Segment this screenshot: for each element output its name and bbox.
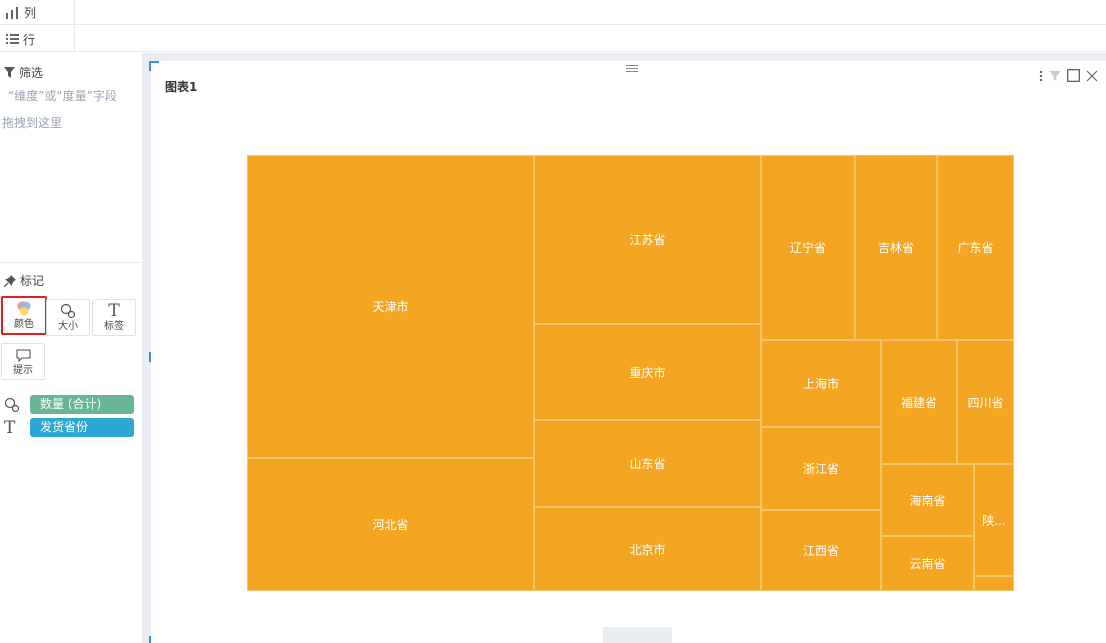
marks-title: 标记 [20,274,45,288]
resize-handle-bottom-left[interactable] [149,636,151,643]
color-mark-label: 颜色 [14,319,34,330]
size-mark-label: 大小 [58,321,78,332]
size-mark-button[interactable]: 大小 [46,299,90,336]
columns-shelf-header: 列 [0,0,75,25]
treemap-cell[interactable]: 吉林省 [855,155,937,340]
treemap-cell-label: 江西省 [802,544,839,558]
treemap-cell-label: 江苏省 [629,233,666,247]
treemap-cell[interactable]: 浙江省 [761,427,881,510]
treemap-cell-label: 云南省 [909,557,946,571]
ship-province-field-pill[interactable]: 发货省份 [30,418,134,437]
scroll-handle[interactable] [603,627,672,643]
size-field-row: 数量 (合计) [4,395,134,414]
pin-icon [4,274,16,287]
treemap-cell-label: 河北省 [372,518,409,532]
treemap-cell-label: 上海市 [802,377,839,391]
treemap-cell[interactable]: 江西省 [761,510,881,591]
marks-section-title: 标记 [4,272,44,289]
color-palette-icon [17,301,31,316]
drag-handle-icon[interactable] [626,65,638,73]
card-toolbar [1039,69,1098,82]
maximize-icon[interactable] [1067,69,1080,82]
treemap-cell-label: 福建省 [900,395,937,410]
canvas-area: 图表1 天津市 河北省 江苏省 重庆市 山东省 北京市 辽宁省 吉林省 广东省 … [143,53,1106,643]
treemap-cell[interactable]: 山东省 [534,420,761,507]
treemap-cell[interactable]: 广东省 [937,155,1014,340]
panel-divider [0,262,143,263]
treemap-cell[interactable]: 陕... [974,464,1014,576]
treemap-cell[interactable]: 上海市 [761,340,881,427]
chart-title: 图表1 [165,80,198,94]
treemap-cell[interactable]: 江苏省 [534,155,761,324]
columns-icon [6,6,20,19]
rows-icon [6,33,19,45]
filter-section-title: 筛选 [4,64,43,81]
treemap-cell[interactable]: 福建省 [881,340,957,464]
size-circles-icon [60,303,76,319]
chart-card[interactable]: 图表1 天津市 河北省 江苏省 重庆市 山东省 北京市 辽宁省 吉林省 广东省 … [149,61,1106,643]
rows-shelf-header: 行 [0,26,75,52]
treemap-cell[interactable]: 河北省 [247,458,534,591]
filter-drop-hint-2[interactable]: 拖拽到这里 [2,114,62,131]
label-mark-button[interactable]: T 标签 [92,299,136,336]
treemap-cell-label: 辽宁省 [789,241,826,255]
color-mark-button[interactable]: 颜色 [1,296,47,335]
treemap-cell-label: 天津市 [372,300,409,314]
treemap-cell-label: 四川省 [967,395,1004,410]
label-field-row: T 发货省份 [4,418,134,437]
treemap-cell[interactable]: 重庆市 [534,324,761,420]
tooltip-mark-button[interactable]: 提示 [1,343,45,380]
rows-label: 行 [23,32,36,47]
quantity-sum-field-pill[interactable]: 数量 (合计) [30,395,134,414]
size-circles-icon [4,397,20,412]
text-t-icon: T [108,301,120,321]
treemap-cell[interactable]: 云南省 [881,536,974,591]
treemap-cell-label: 浙江省 [802,462,839,476]
treemap-cell-label: 吉林省 [877,241,914,255]
treemap-cell[interactable]: 北京市 [534,507,761,591]
treemap-cell[interactable]: 辽宁省 [761,155,855,340]
filter-icon [4,67,15,78]
more-vertical-icon[interactable] [1039,70,1043,82]
tooltip-mark-label: 提示 [13,365,33,376]
treemap-cell-label: 陕... [982,513,1006,528]
filter-drop-hint[interactable]: “维度”或“度量”字段 [8,87,117,104]
filter-title: 筛选 [19,66,44,80]
resize-handle-top-left-v[interactable] [149,61,151,71]
treemap-chart: 天津市 河北省 江苏省 重庆市 山东省 北京市 辽宁省 吉林省 广东省 上海市 … [247,155,1014,591]
treemap-cell-label: 重庆市 [629,365,666,380]
text-t-icon: T [4,417,16,438]
resize-handle-left-mid[interactable] [149,352,151,362]
treemap-cell-label: 海南省 [909,493,946,508]
left-panel: 筛选 “维度”或“度量”字段 拖拽到这里 标记 颜色 大小 T 标签 提示 数量… [0,53,143,643]
columns-label: 列 [24,6,37,20]
treemap-cell-label: 北京市 [629,542,666,557]
treemap-cell-label: 广东省 [957,241,994,255]
treemap-cell-label: 山东省 [629,457,666,471]
treemap-cell[interactable] [974,576,1014,591]
columns-shelf[interactable]: 列 [0,0,1106,25]
label-mark-label: 标签 [104,321,124,332]
treemap-cell[interactable]: 天津市 [247,155,534,458]
filter-icon[interactable] [1049,70,1061,82]
treemap-cell[interactable]: 四川省 [957,340,1014,464]
rows-shelf[interactable]: 行 [0,26,1106,52]
treemap-cell[interactable]: 海南省 [881,464,974,536]
close-icon[interactable] [1086,70,1098,82]
tooltip-bubble-icon [15,349,31,363]
